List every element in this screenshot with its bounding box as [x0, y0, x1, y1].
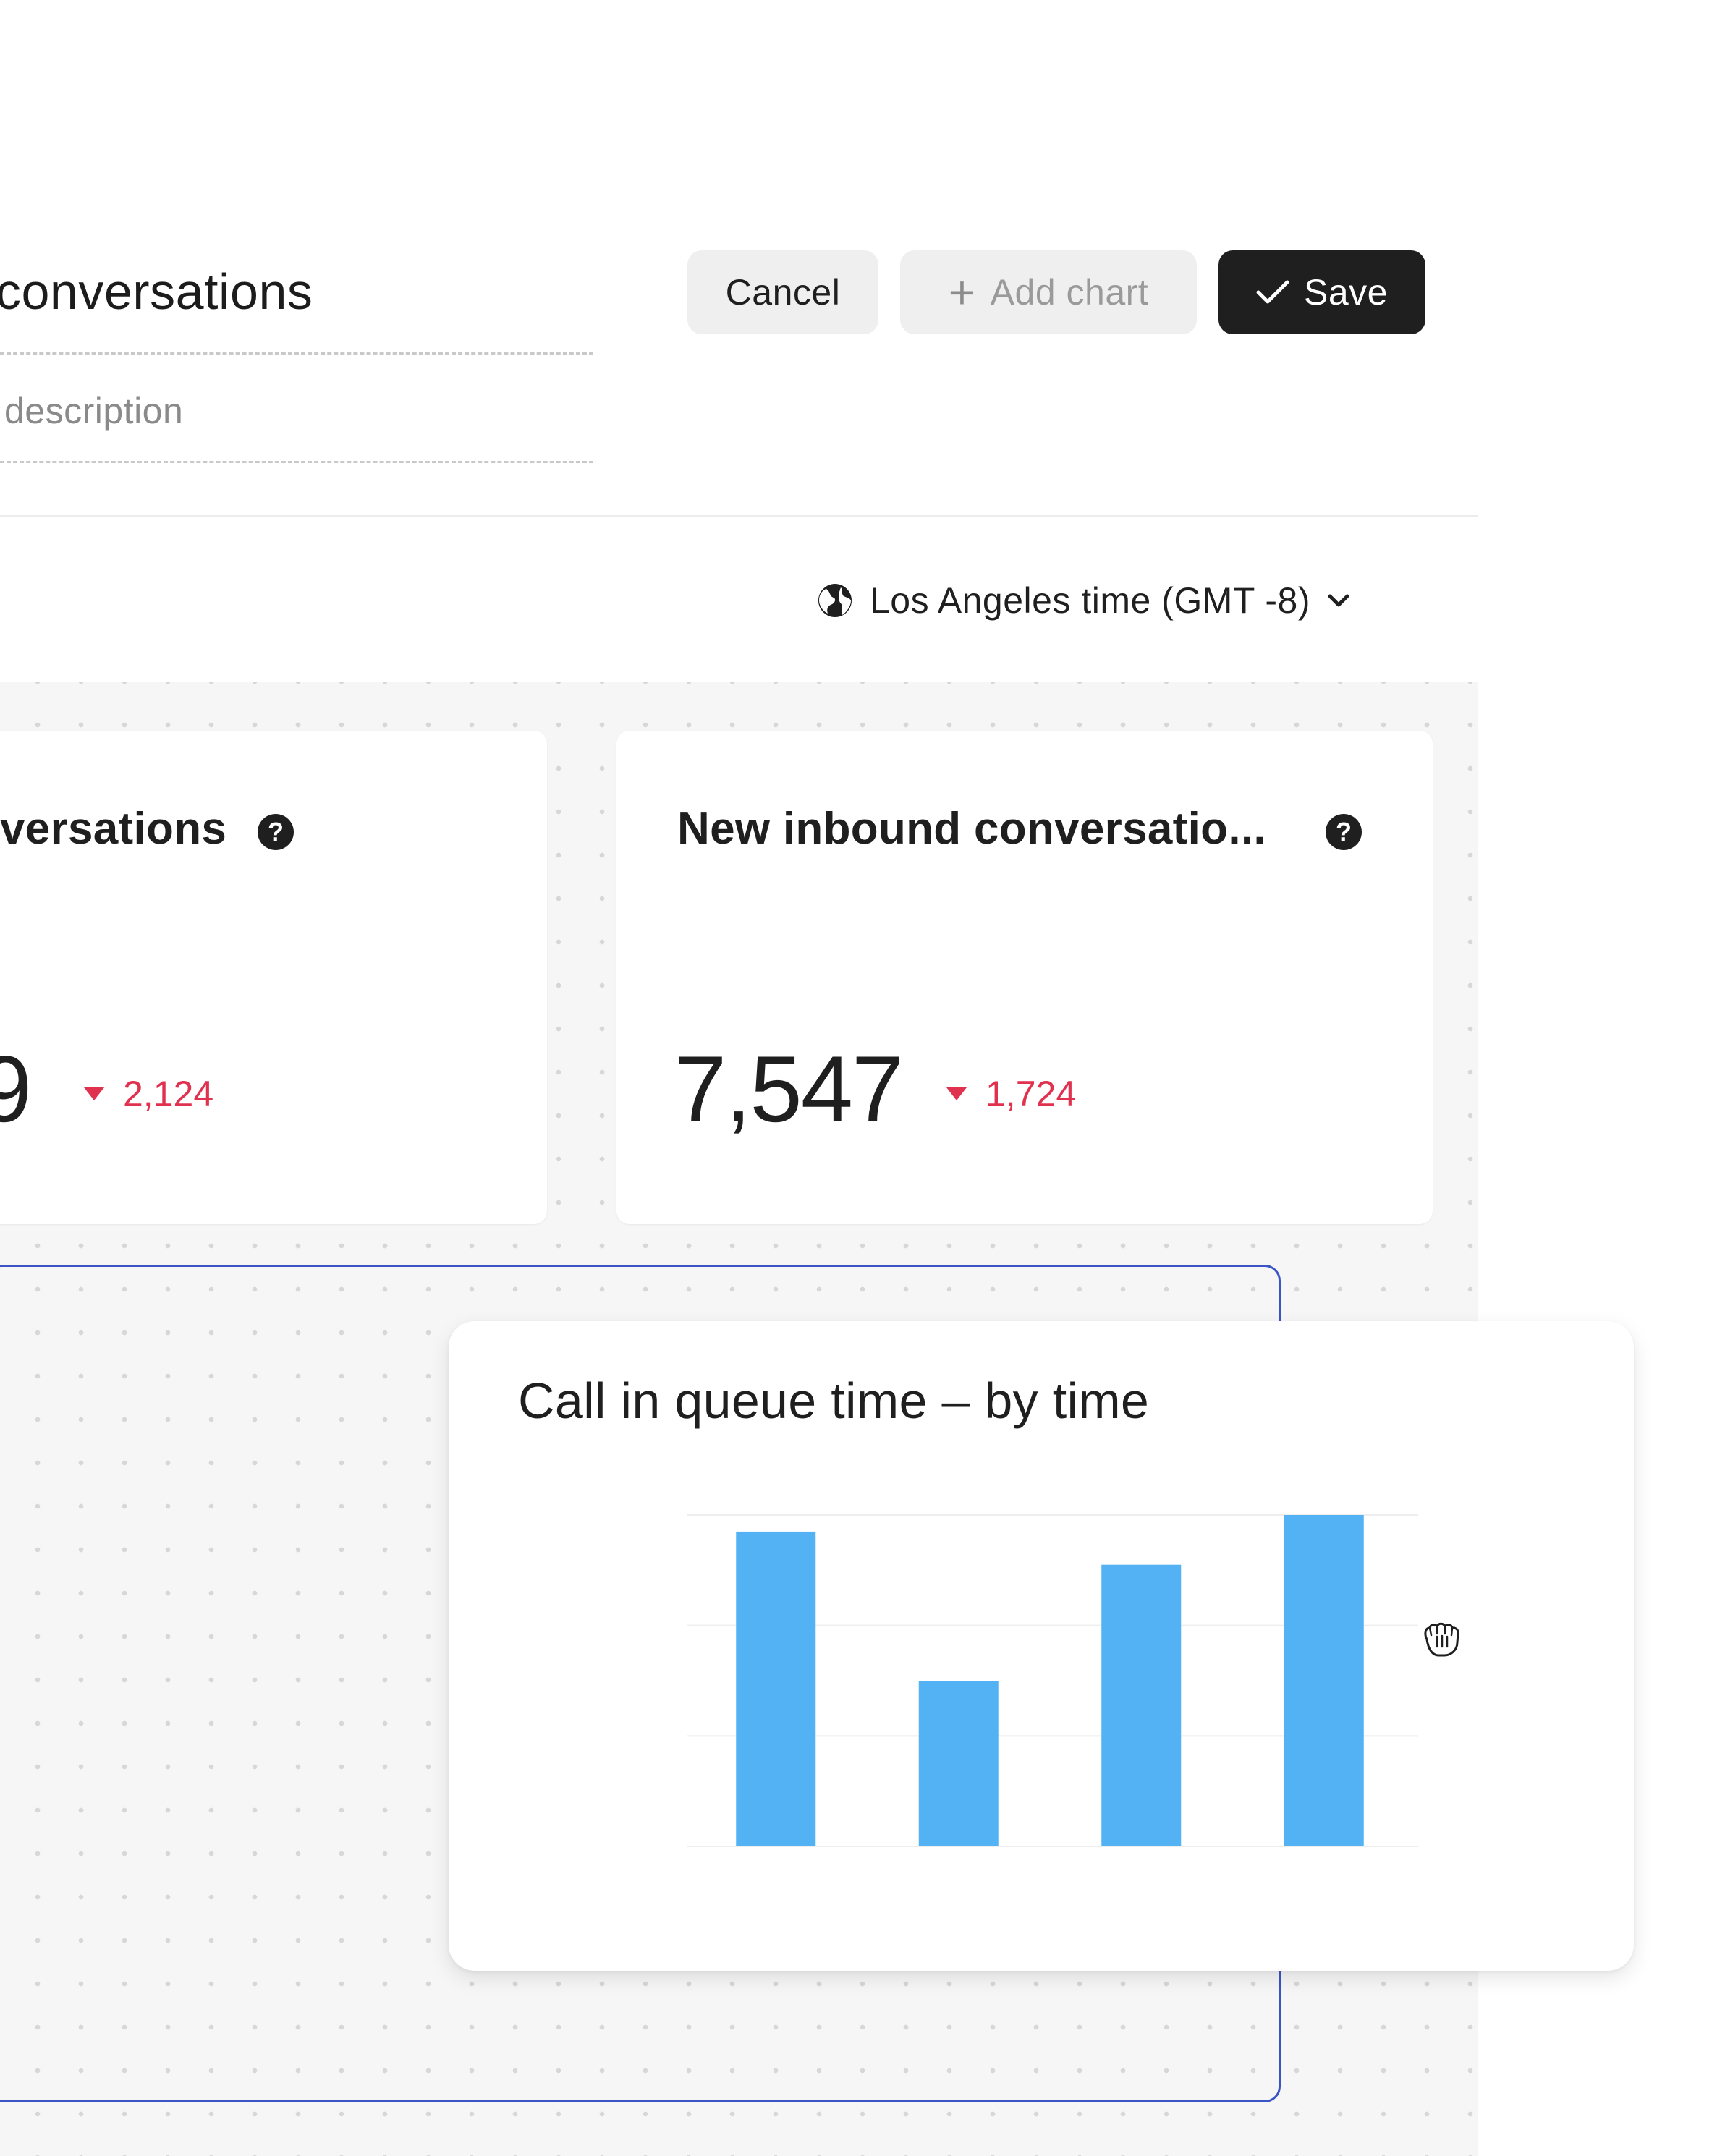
down-triangle-icon — [946, 1087, 967, 1100]
add-chart-button[interactable]: + Add chart — [900, 250, 1197, 334]
timezone-label: Los Angeles time (GMT -8) — [870, 580, 1311, 621]
metric-card-new-inbound-conversations[interactable]: New inbound conversatio... ? 7,547 1,724 — [616, 731, 1433, 1224]
metric-delta: 2,124 — [84, 1073, 213, 1115]
chart-bar — [1101, 1564, 1182, 1846]
plus-icon: + — [948, 266, 976, 318]
metric-value: 7,547 — [674, 1036, 904, 1142]
dashboard-title-input[interactable]: conversations — [0, 250, 593, 355]
metric-card-title: New inbound conversatio... — [677, 804, 1266, 854]
down-triangle-icon — [84, 1087, 104, 1100]
grab-hand-icon — [1424, 1622, 1459, 1657]
metric-card-conversations[interactable]: versations ? 9 2,124 — [0, 731, 547, 1224]
header-divider — [0, 515, 1478, 517]
dashboard-description-input[interactable]: description — [0, 381, 593, 463]
metric-card-title: versations — [0, 804, 227, 854]
add-chart-button-label: Add chart — [990, 272, 1149, 313]
metric-value: 9 — [0, 1036, 32, 1142]
chevron-down-icon — [1328, 594, 1349, 607]
help-icon[interactable]: ? — [258, 814, 294, 850]
timezone-selector[interactable]: Los Angeles time (GMT -8) — [816, 575, 1351, 626]
metric-delta: 1,724 — [946, 1073, 1076, 1115]
chart-bar — [918, 1681, 999, 1846]
chart-bar — [1284, 1515, 1364, 1846]
globe-icon — [818, 584, 852, 617]
chart-bar — [736, 1531, 816, 1846]
description-placeholder: description — [4, 391, 184, 431]
metric-delta-value: 1,724 — [986, 1074, 1077, 1114]
cancel-button[interactable]: Cancel — [687, 250, 878, 334]
help-icon[interactable]: ? — [1326, 814, 1362, 850]
check-icon — [1256, 280, 1289, 304]
dashboard-title-text: conversations — [0, 263, 313, 320]
save-button-label: Save — [1304, 272, 1388, 313]
metric-delta-value: 2,124 — [123, 1074, 214, 1114]
save-button[interactable]: Save — [1218, 250, 1425, 334]
cancel-button-label: Cancel — [725, 272, 841, 313]
